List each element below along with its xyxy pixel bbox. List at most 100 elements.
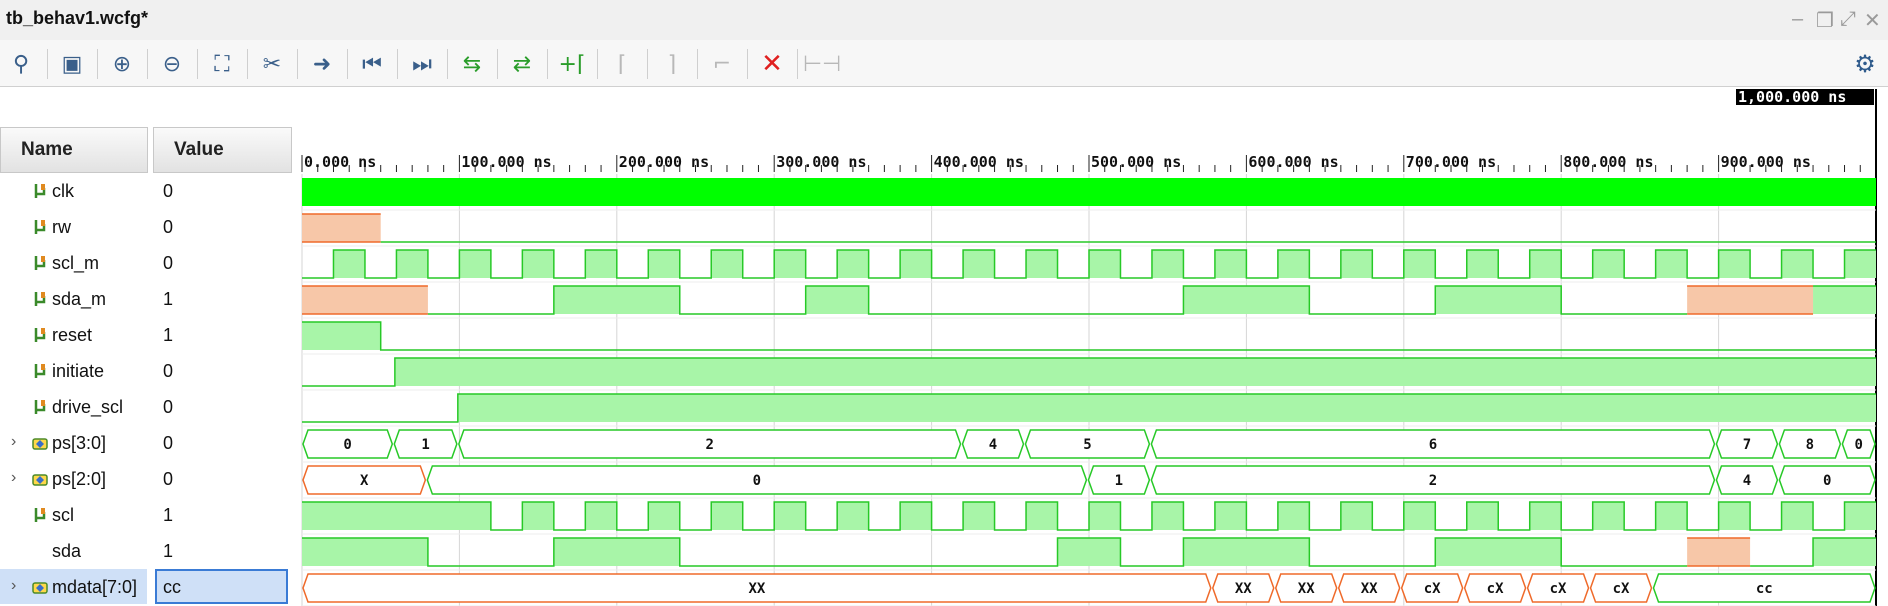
signal-name: ps[3:0] <box>52 433 107 453</box>
previous-marker-button: ⌈ <box>605 47 639 81</box>
signal-value: 1 <box>163 505 174 525</box>
zoom-fit-button[interactable]: ⛶ <box>205 47 239 81</box>
logic-signal-icon <box>34 292 46 306</box>
go-to-start-button[interactable]: ⏮ <box>355 47 389 81</box>
minimize-icon[interactable]: – <box>1792 8 1803 31</box>
delete-all-markers-button[interactable]: ✕ <box>755 47 789 81</box>
bus-segment <box>1841 429 1876 459</box>
bus-value-label: cc <box>1756 581 1773 597</box>
add-marker-button[interactable]: +⌈ <box>555 47 589 81</box>
bus-value-label: XX <box>1235 581 1252 597</box>
bus-value-label: XX <box>1361 581 1378 597</box>
ruler-label: 500.000 ns <box>1091 153 1181 171</box>
go-to-end-button[interactable]: ⏭ <box>405 47 439 81</box>
signal-row-ps30[interactable]: › ps[3:0] 0 <box>0 426 300 462</box>
high-segment <box>900 250 932 278</box>
save-button[interactable]: ▣ <box>55 47 89 81</box>
cursor-to-zero-button[interactable]: ✂ <box>255 47 289 81</box>
high-segment <box>1529 250 1562 278</box>
ruler-label: 200.000 ns <box>619 153 709 171</box>
bus-value-label: 4 <box>989 437 997 453</box>
next-transition-button[interactable]: ⇄ <box>505 47 539 81</box>
signal-row-mdata70[interactable]: › mdata[7:0] cc <box>0 570 300 606</box>
high-segment <box>1183 286 1310 314</box>
name-column-header[interactable]: Name <box>0 127 148 173</box>
signal-name: reset <box>52 325 93 345</box>
logic-signal-icon <box>34 220 46 234</box>
high-segment <box>522 250 554 278</box>
expand-chevron-icon[interactable]: › <box>11 469 16 487</box>
toolbar-separator <box>797 49 798 79</box>
bus-signal-icon <box>32 582 48 594</box>
bus-segment <box>426 465 1088 495</box>
zoom-in-button[interactable]: ⊕ <box>105 47 139 81</box>
settings-gear-icon[interactable]: ⚙ <box>1848 47 1882 81</box>
ruler-label: 800.000 ns <box>1563 153 1653 171</box>
high-segment <box>1844 250 1876 278</box>
high-segment <box>1403 502 1436 530</box>
high-segment <box>1466 250 1499 278</box>
previous-transition-button[interactable]: ⇆ <box>455 47 489 81</box>
signal-row-scl_m[interactable]: scl_m 0 <box>0 246 300 282</box>
restore-icon[interactable]: ❐ <box>1816 8 1834 33</box>
logic-signal-icon <box>34 508 46 522</box>
go-to-cursor-button[interactable]: ➜ <box>305 47 339 81</box>
bus-segment <box>302 573 1212 603</box>
high-segment <box>522 502 554 530</box>
add-marker-icon: +⌈ <box>558 51 586 77</box>
value-column-header[interactable]: Value <box>153 127 292 173</box>
unknown-segment <box>1687 286 1814 314</box>
high-segment <box>1592 502 1625 530</box>
signal-row-reset[interactable]: reset 1 <box>0 318 300 354</box>
expand-chevron-icon[interactable]: › <box>11 433 16 451</box>
bus-value-label: 0 <box>343 437 351 453</box>
high-segment <box>1026 502 1058 530</box>
toolbar-separator <box>47 49 48 79</box>
ruler-label: 600.000 ns <box>1248 153 1338 171</box>
signal-value: 0 <box>163 397 174 417</box>
next-marker-button: ⌉ <box>655 47 689 81</box>
signal-row-clk[interactable]: clk 0 <box>0 174 300 210</box>
go-to-start-icon: ⏮ <box>362 51 382 77</box>
bus-segment <box>1337 573 1401 603</box>
high-segment <box>1151 502 1184 530</box>
close-icon[interactable]: ✕ <box>1864 8 1881 33</box>
signal-name: drive_scl <box>52 397 124 417</box>
bus-segment <box>1715 429 1779 459</box>
high-segment <box>1435 286 1562 314</box>
bus-segment <box>1778 465 1876 495</box>
waveform-toolbar: ⚲ ▣ ⊕ ⊖ ⛶ ✂ ➜ ⏮ ⏭ ⇆ ⇄ +⌈ ⌈ ⌉ ⌐ ✕ ⊢⊣ ⚙ <box>0 40 1888 87</box>
waveform-background <box>302 145 1876 606</box>
signal-row-scl[interactable]: scl 1 <box>0 498 300 534</box>
maximize-icon[interactable]: ⤢ <box>1840 8 1856 31</box>
high-segment <box>963 250 995 278</box>
signal-row-initiate[interactable]: initiate 0 <box>0 354 300 390</box>
zoom-out-button[interactable]: ⊖ <box>155 47 189 81</box>
signal-name: ps[2:0] <box>52 469 107 489</box>
signal-row-sda_m[interactable]: sda_m 1 <box>0 282 300 318</box>
bus-value-label: 6 <box>1429 437 1437 453</box>
signal-value: cc <box>163 577 181 597</box>
signal-row-rw[interactable]: rw 0 <box>0 210 300 246</box>
high-segment <box>302 538 428 566</box>
high-segment <box>302 502 491 530</box>
bit-wave <box>302 537 1876 567</box>
signal-value: 0 <box>163 361 174 381</box>
go-to-end-icon: ⏭ <box>412 51 432 77</box>
signal-row-drive_scl[interactable]: drive_scl 0 <box>0 390 300 426</box>
bus-segment <box>1715 465 1779 495</box>
bus-value-label: 4 <box>1743 473 1751 489</box>
signal-row-ps20[interactable]: › ps[2:0] 0 <box>0 462 300 498</box>
expand-chevron-icon[interactable]: › <box>11 577 16 595</box>
high-segment <box>1151 250 1184 278</box>
bit-wave <box>302 393 1876 423</box>
title-bar: tb_behav1.wcfg* – ❐ ⤢ ✕ <box>0 0 1888 40</box>
search-button[interactable]: ⚲ <box>4 47 38 81</box>
previous-transition-icon: ⇆ <box>462 51 482 77</box>
high-segment <box>553 538 680 566</box>
signal-value: 1 <box>163 289 174 309</box>
signal-row-sda[interactable]: sda 1 <box>0 534 300 570</box>
bus-value-label: XX <box>1298 581 1315 597</box>
signal-name: initiate <box>52 361 105 381</box>
bus-value-label: 5 <box>1083 437 1091 453</box>
